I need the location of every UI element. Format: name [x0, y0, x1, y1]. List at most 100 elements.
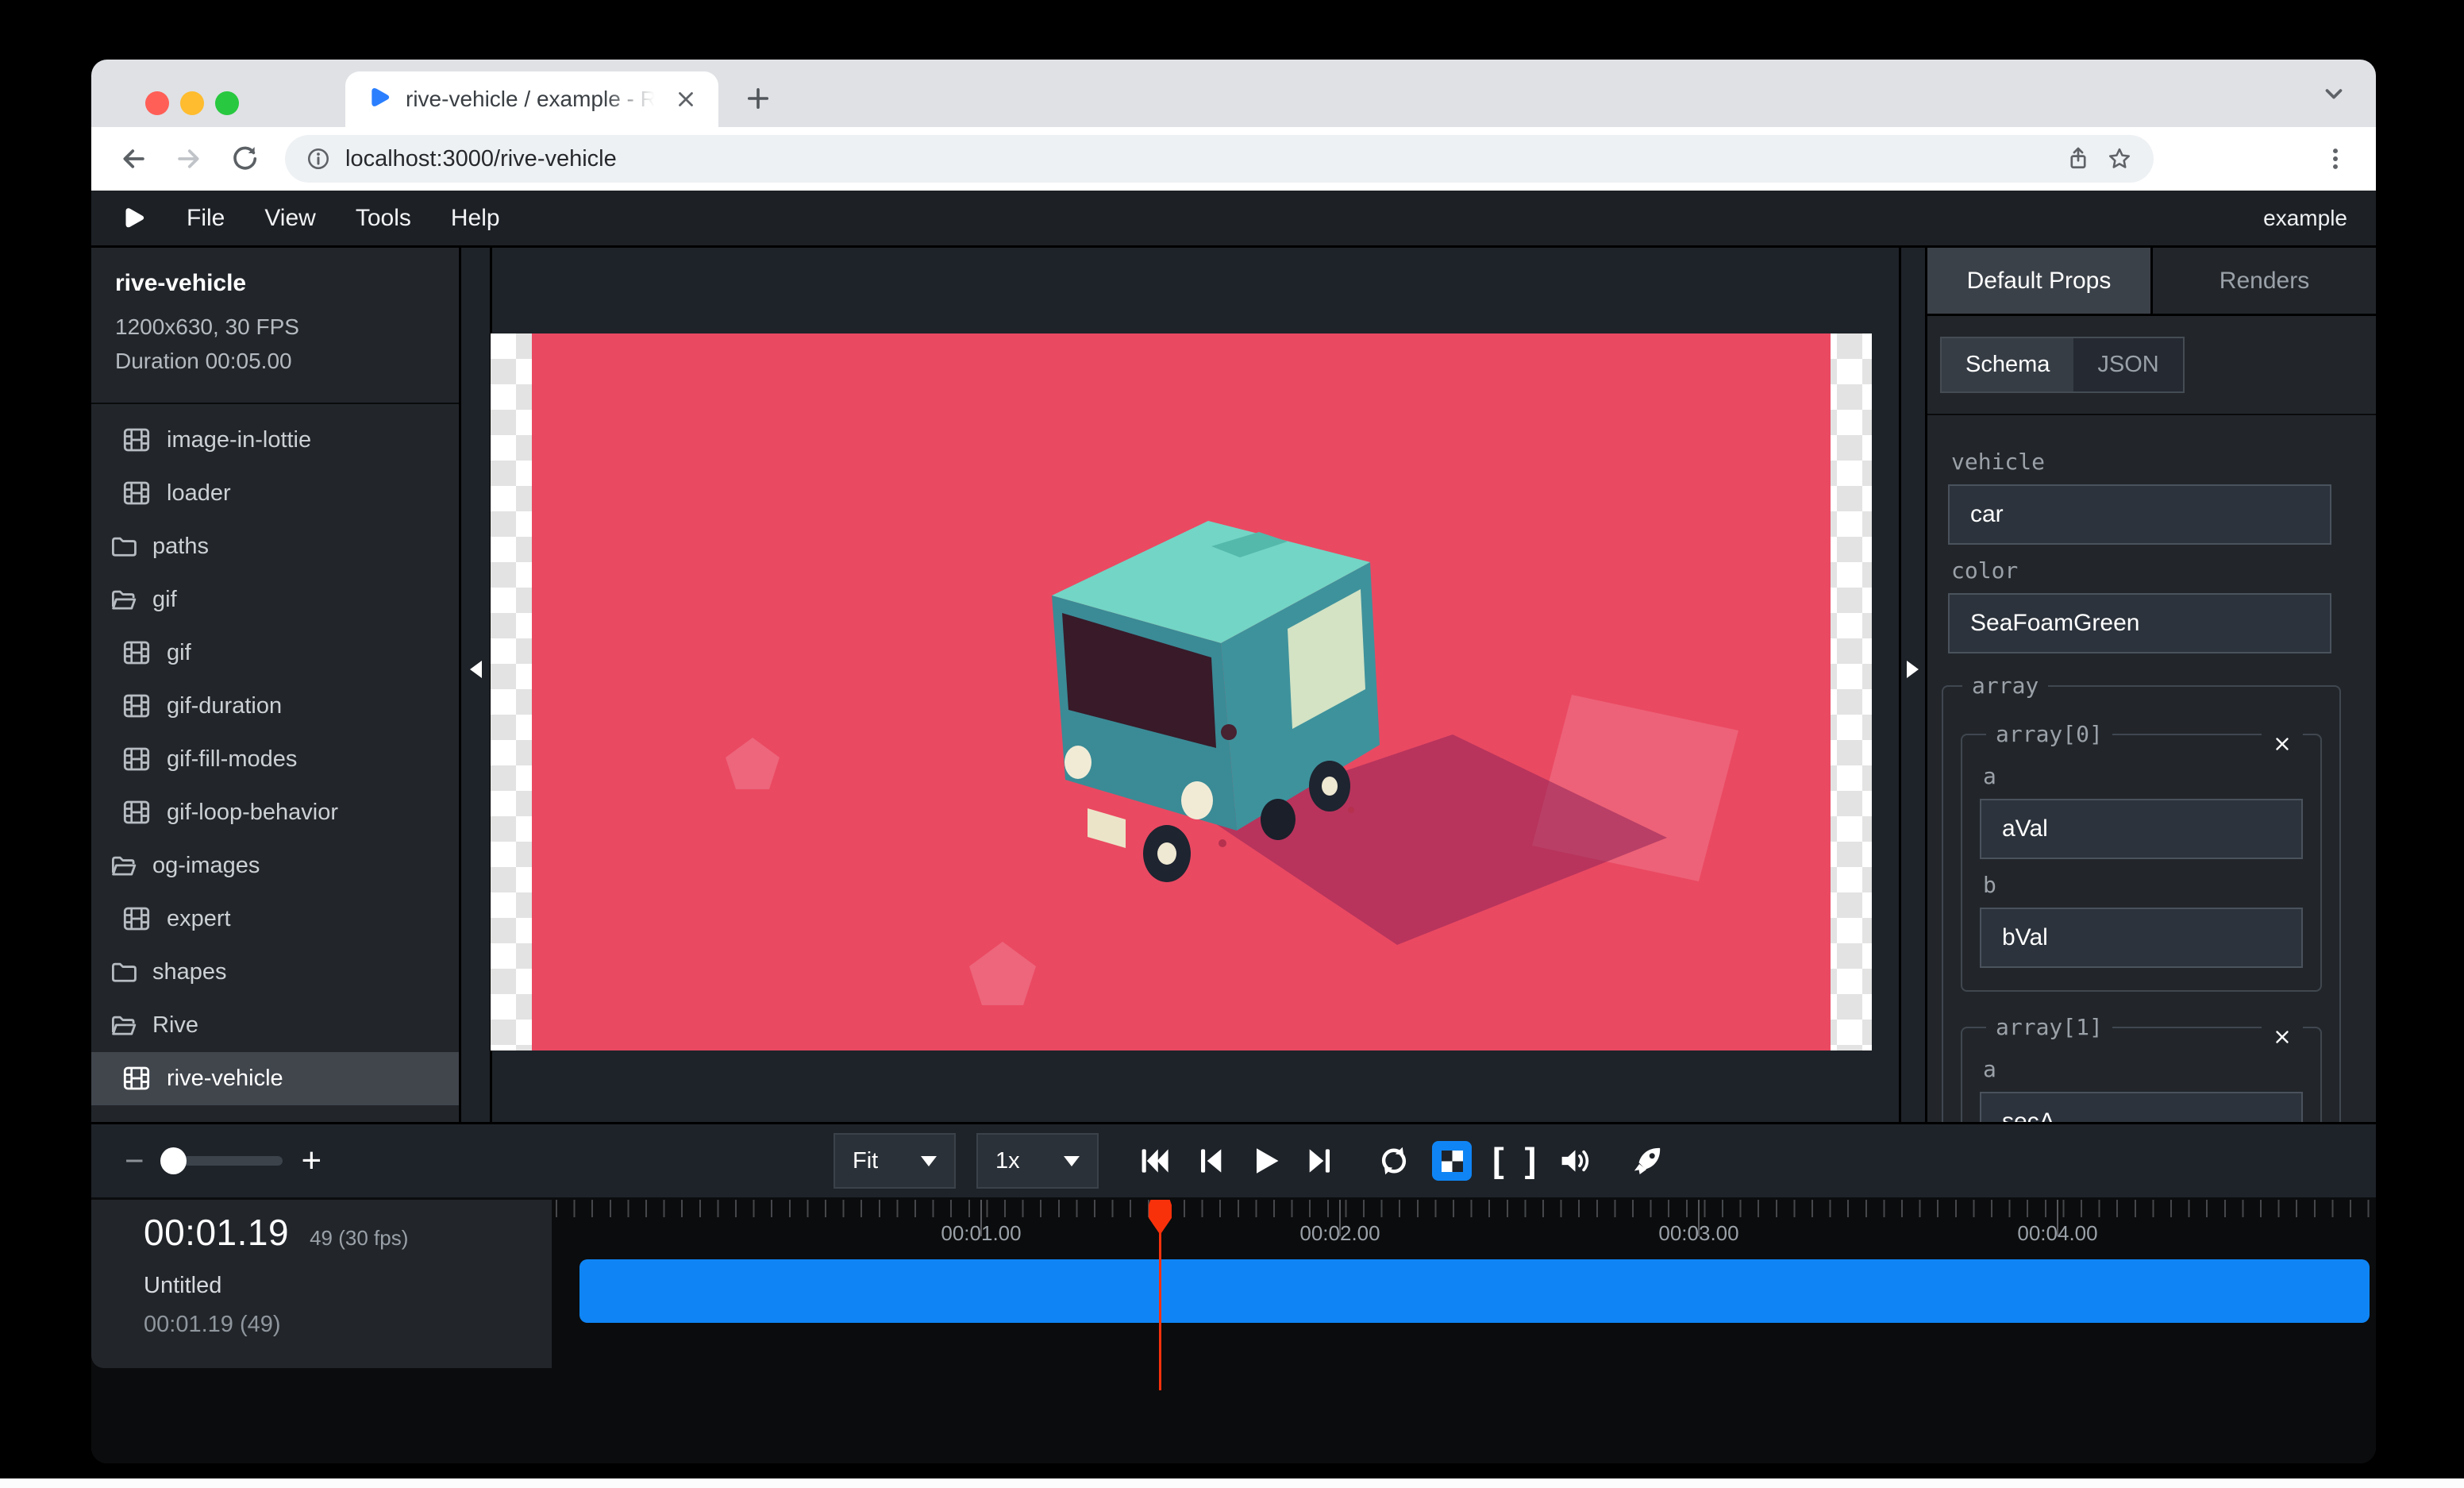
menu-tools[interactable]: Tools — [356, 205, 411, 232]
item-label: gif — [167, 640, 191, 666]
menu-view[interactable]: View — [264, 205, 315, 232]
tab-search-chevron-icon[interactable] — [2320, 80, 2347, 107]
sidebar-item-gif-loop-behavior[interactable]: gif-loop-behavior — [91, 786, 459, 839]
array-0-b-input[interactable]: bVal — [1980, 908, 2303, 968]
sidebar-folder-shapes[interactable]: shapes — [91, 946, 459, 999]
array-0-a-input[interactable]: aVal — [1980, 799, 2303, 859]
sidebar-collapse-strip[interactable] — [461, 248, 492, 1122]
zoom-slider-knob[interactable] — [160, 1147, 187, 1174]
track-name[interactable]: Untitled — [144, 1273, 552, 1299]
composition-info: rive-vehicle 1200x630, 30 FPS Duration 0… — [91, 248, 459, 404]
in-point-button[interactable]: [ — [1492, 1143, 1504, 1178]
render-rocket-button[interactable] — [1630, 1143, 1665, 1178]
collapse-left-icon[interactable] — [470, 661, 482, 678]
film-icon — [121, 903, 152, 935]
close-window-button[interactable] — [145, 91, 169, 115]
url-field[interactable]: localhost:3000/rive-vehicle — [285, 135, 2154, 183]
current-frame-info: 49 (30 fps) — [310, 1226, 408, 1251]
toggle-schema[interactable]: Schema — [1942, 338, 2073, 391]
array-1-a-input[interactable]: secA — [1980, 1092, 2303, 1122]
new-tab-button[interactable] — [744, 84, 772, 113]
a-label: a — [1983, 763, 2303, 789]
item-label: expert — [167, 906, 231, 932]
film-icon — [121, 637, 152, 669]
speed-dropdown[interactable]: 1x — [976, 1133, 1099, 1189]
browser-menu-icon[interactable] — [2322, 145, 2349, 172]
folder-open-icon — [109, 851, 138, 881]
sidebar-folder-gif[interactable]: gif — [91, 573, 459, 626]
next-frame-button[interactable] — [1303, 1143, 1338, 1178]
item-label: paths — [152, 534, 209, 560]
sidebar-folder-rive[interactable]: Rive — [91, 999, 459, 1052]
zoom-in-button[interactable]: + — [302, 1143, 322, 1178]
array-0-remove-button[interactable] — [2262, 728, 2303, 760]
tab-strip: rive-vehicle / example - Remoti — [91, 60, 2376, 127]
menu-help[interactable]: Help — [451, 205, 500, 232]
item-label: gif-loop-behavior — [167, 800, 338, 826]
timeline-track[interactable] — [579, 1259, 2370, 1323]
playhead-marker[interactable] — [1149, 1200, 1172, 1235]
tab-default-props[interactable]: Default Props — [1927, 248, 2150, 314]
compositions-sidebar: rive-vehicle 1200x630, 30 FPS Duration 0… — [91, 248, 461, 1122]
timeline-info-panel: 00:01.19 49 (30 fps) Untitled 00:01.19 (… — [91, 1200, 552, 1368]
speed-dropdown-label: 1x — [995, 1148, 1020, 1174]
bookmark-star-icon[interactable] — [2106, 145, 2133, 172]
sidebar-item-gif-fill-modes[interactable]: gif-fill-modes — [91, 733, 459, 786]
play-button[interactable] — [1248, 1143, 1283, 1178]
out-point-button[interactable]: ] — [1525, 1143, 1537, 1178]
collapse-right-icon[interactable] — [1907, 661, 1919, 678]
reload-button[interactable] — [229, 144, 260, 174]
tab-renders[interactable]: Renders — [2150, 248, 2376, 314]
sidebar-item-image-in-lottie[interactable]: image-in-lottie — [91, 414, 459, 467]
timeline[interactable]: 00:01.00 00:02.00 00:03.00 00:04.00 00:0… — [91, 1197, 2376, 1463]
menu-file[interactable]: File — [187, 205, 225, 232]
site-info-icon[interactable] — [306, 146, 331, 172]
back-button[interactable] — [118, 144, 148, 174]
array-1-fieldset: array[1] a secA b — [1961, 1014, 2322, 1122]
ruler-label-2s: 00:02.00 — [1299, 1221, 1380, 1246]
remotion-logo-icon[interactable] — [120, 205, 147, 232]
sidebar-item-rive-vehicle[interactable]: rive-vehicle — [91, 1052, 459, 1105]
share-icon[interactable] — [2065, 145, 2092, 172]
checkerboard-icon — [1442, 1151, 1463, 1172]
jump-to-start-button[interactable] — [1137, 1143, 1172, 1178]
vehicle-input[interactable]: car — [1948, 484, 2331, 545]
current-timecode: 00:01.19 — [144, 1211, 289, 1254]
props-panel-body: Schema JSON vehicle car color SeaFoamGre… — [1927, 316, 2376, 1122]
loop-toggle-button[interactable] — [1376, 1143, 1411, 1178]
props-collapse-strip[interactable] — [1899, 248, 1925, 1122]
playback-controls: Fit 1x [ ] — [834, 1124, 1665, 1197]
sidebar-item-loader[interactable]: loader — [91, 467, 459, 520]
chevron-down-icon — [921, 1156, 937, 1166]
color-input[interactable]: SeaFoamGreen — [1948, 593, 2331, 653]
tab-close-icon[interactable] — [674, 87, 698, 111]
transparency-toggle-button[interactable] — [1432, 1141, 1472, 1181]
array-1-remove-button[interactable] — [2262, 1021, 2303, 1053]
fullscreen-window-button[interactable] — [215, 91, 239, 115]
browser-tab[interactable]: rive-vehicle / example - Remoti — [345, 71, 718, 127]
item-label: Rive — [152, 1012, 198, 1039]
sidebar-item-gif-duration[interactable]: gif-duration — [91, 680, 459, 733]
mute-toggle-button[interactable] — [1557, 1143, 1592, 1178]
previous-frame-button[interactable] — [1192, 1143, 1227, 1178]
zoom-out-button[interactable]: − — [125, 1144, 144, 1178]
sidebar-item-gif[interactable]: gif — [91, 626, 459, 680]
forward-button[interactable] — [174, 144, 204, 174]
fit-dropdown[interactable]: Fit — [834, 1133, 956, 1189]
sidebar-folder-paths[interactable]: paths — [91, 520, 459, 573]
project-name: example — [2263, 206, 2347, 231]
sidebar-item-expert[interactable]: expert — [91, 892, 459, 946]
folder-open-icon — [109, 1011, 138, 1040]
composition-title: rive-vehicle — [115, 270, 440, 297]
zoom-slider[interactable] — [164, 1156, 283, 1166]
folder-icon — [109, 958, 138, 987]
ruler-label-4s: 00:04.00 — [2017, 1221, 2097, 1246]
sidebar-folder-og-images[interactable]: og-images — [91, 839, 459, 892]
sidebar-folder-schema[interactable]: Schema — [91, 1105, 459, 1122]
timeline-ruler[interactable] — [556, 1200, 2370, 1217]
toggle-json[interactable]: JSON — [2073, 338, 2182, 391]
minimize-window-button[interactable] — [180, 91, 204, 115]
composition-canvas[interactable] — [491, 333, 1872, 1050]
ruler-label-1s: 00:01.00 — [941, 1221, 1021, 1246]
url-text[interactable]: localhost:3000/rive-vehicle — [345, 146, 2050, 172]
